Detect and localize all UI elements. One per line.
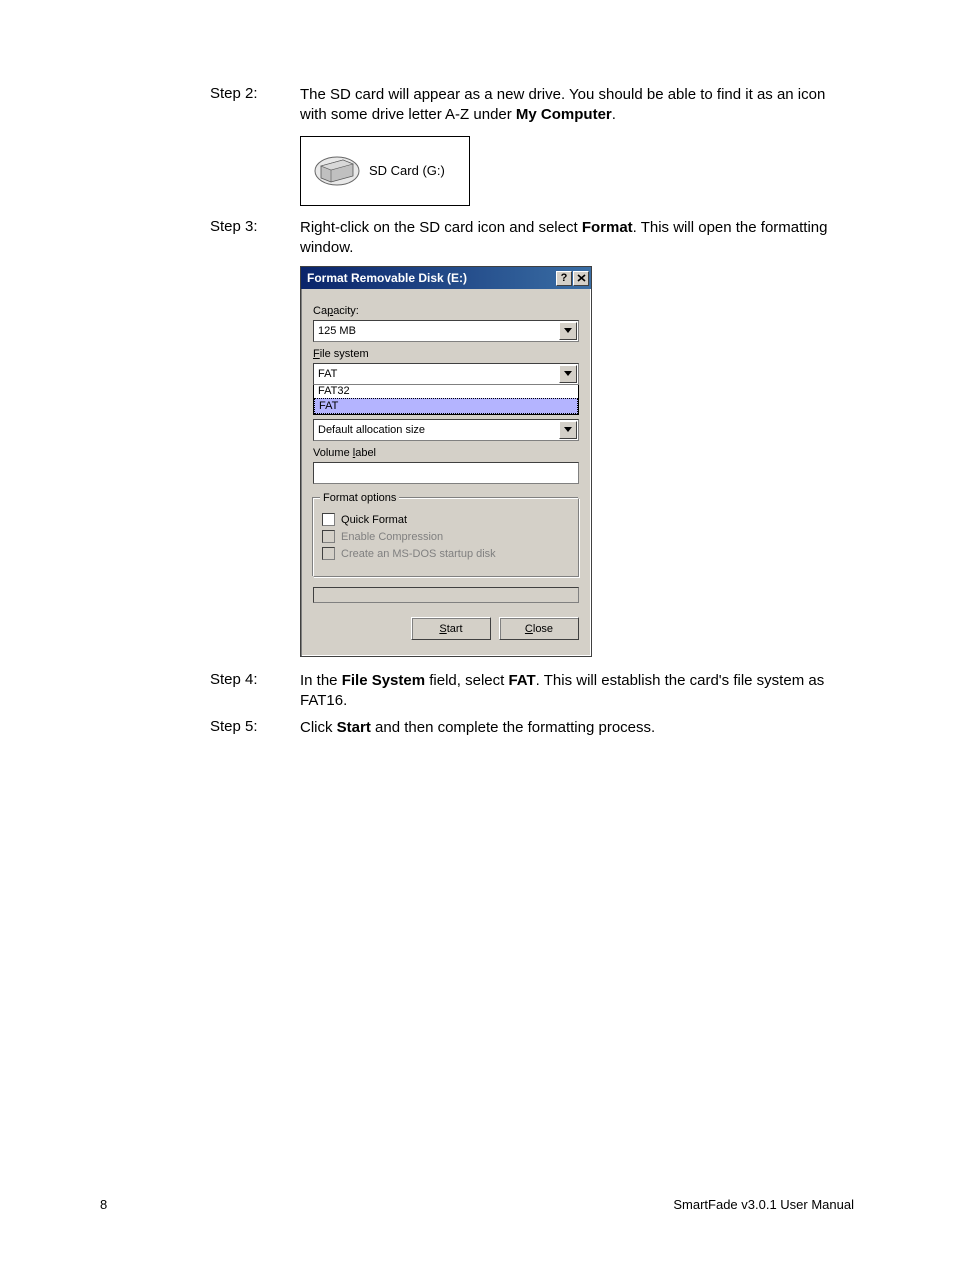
titlebar: Format Removable Disk (E:) ? — [301, 267, 591, 289]
format-dialog: Format Removable Disk (E:) ? Capacity: 1… — [300, 266, 592, 657]
page-number: 8 — [100, 1197, 107, 1212]
filesystem-label: File system — [313, 348, 579, 360]
checkbox-icon — [322, 530, 335, 543]
close-button[interactable] — [573, 271, 589, 286]
capacity-value: 125 MB — [318, 325, 356, 337]
step-label: Step 5: — [210, 718, 300, 738]
dialog-body: Capacity: 125 MB File system FAT FAT32 F… — [301, 289, 591, 656]
capacity-dropdown[interactable]: 125 MB — [313, 320, 579, 342]
sdcard-icon-box: SD Card (G:) — [300, 136, 470, 206]
step-5: Step 5: Click Start and then complete th… — [210, 718, 854, 738]
format-options-group: Format options Quick Format Enable Compr… — [313, 498, 579, 577]
sdcard-label: SD Card (G:) — [369, 163, 445, 178]
allocation-value: Default allocation size — [318, 424, 425, 436]
checkbox-icon — [322, 547, 335, 560]
manual-title: SmartFade v3.0.1 User Manual — [673, 1197, 854, 1212]
filesystem-option-selected[interactable]: FAT — [314, 398, 578, 414]
text: In the — [300, 672, 342, 689]
progress-bar — [313, 587, 579, 603]
text: Right-click on the SD card icon and sele… — [300, 219, 582, 236]
filesystem-dropdown[interactable]: FAT — [313, 363, 579, 385]
page-content: Step 2: The SD card will appear as a new… — [0, 0, 954, 738]
checkbox-icon — [322, 513, 335, 526]
bold: FAT — [508, 672, 535, 689]
step-text: In the File System field, select FAT. Th… — [300, 671, 854, 712]
filesystem-option[interactable]: FAT32 — [314, 384, 578, 398]
page-footer: 8 SmartFade v3.0.1 User Manual — [100, 1197, 854, 1212]
capacity-label: Capacity: — [313, 305, 579, 317]
step-text: Click Start and then complete the format… — [300, 718, 854, 738]
dialog-buttons: Start Close — [313, 617, 579, 640]
step-label: Step 3: — [210, 218, 300, 259]
volume-label-label: Volume label — [313, 447, 579, 459]
allocation-dropdown[interactable]: Default allocation size — [313, 419, 579, 441]
dropdown-button[interactable] — [559, 365, 577, 383]
step-3: Step 3: Right-click on the SD card icon … — [210, 218, 854, 259]
bold: File System — [342, 672, 425, 689]
start-button[interactable]: Start — [411, 617, 491, 640]
step-2: Step 2: The SD card will appear as a new… — [210, 85, 854, 126]
dropdown-button[interactable] — [559, 322, 577, 340]
text: Click — [300, 719, 337, 736]
titlebar-buttons: ? — [556, 271, 589, 286]
filesystem-value: FAT — [318, 368, 337, 380]
step-text: The SD card will appear as a new drive. … — [300, 85, 854, 126]
text: field, select — [425, 672, 508, 689]
bold: Format — [582, 219, 633, 236]
enable-compression-checkbox: Enable Compression — [322, 530, 570, 543]
step-4: Step 4: In the File System field, select… — [210, 671, 854, 712]
help-button[interactable]: ? — [556, 271, 572, 286]
quick-format-checkbox[interactable]: Quick Format — [322, 513, 570, 526]
bold: My Computer — [516, 106, 612, 123]
step-label: Step 2: — [210, 85, 300, 126]
groupbox-legend: Format options — [320, 492, 399, 504]
msdos-startup-checkbox: Create an MS-DOS startup disk — [322, 547, 570, 560]
bold: Start — [337, 719, 371, 736]
step-text: Right-click on the SD card icon and sele… — [300, 218, 854, 259]
text: . — [612, 106, 616, 123]
volume-label-input[interactable] — [313, 462, 579, 484]
close-button[interactable]: Close — [499, 617, 579, 640]
dialog-title: Format Removable Disk (E:) — [307, 271, 556, 285]
sdcard-icon — [313, 154, 361, 188]
filesystem-options: FAT32 FAT — [313, 384, 579, 415]
text: and then complete the formatting process… — [371, 719, 655, 736]
dropdown-button[interactable] — [559, 421, 577, 439]
step-label: Step 4: — [210, 671, 300, 712]
